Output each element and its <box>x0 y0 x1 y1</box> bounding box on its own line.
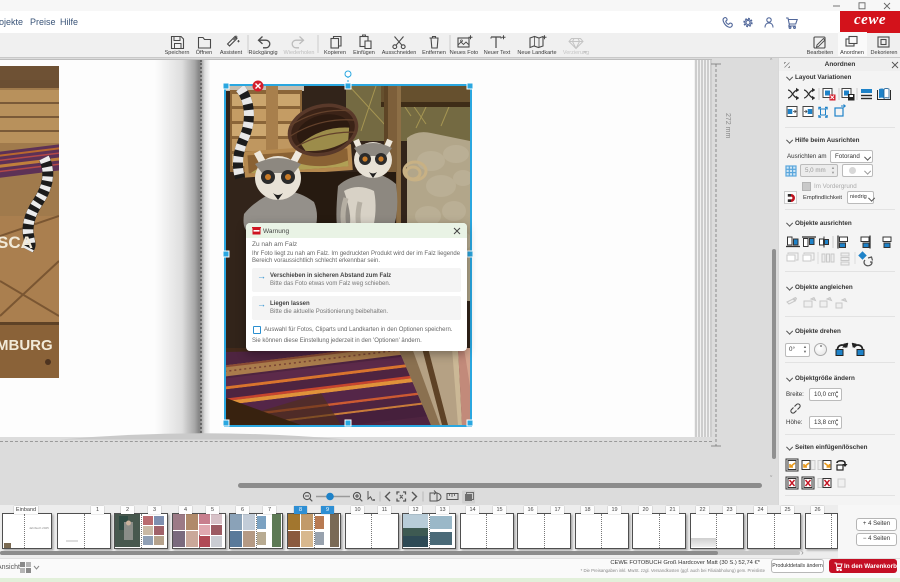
svg-text:MBURG: MBURG <box>0 337 53 354</box>
svg-text:SCA: SCA <box>0 233 33 252</box>
